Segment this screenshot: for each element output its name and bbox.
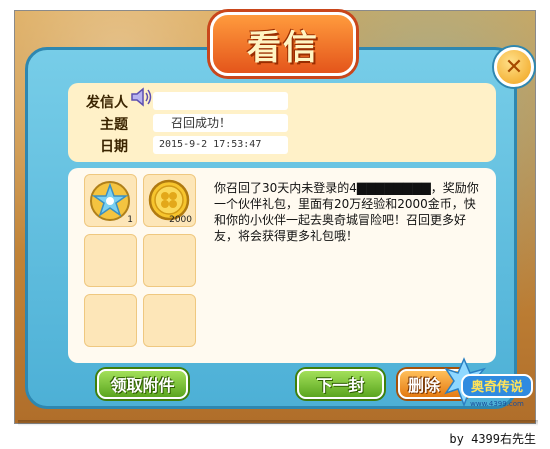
attachment-slot[interactable]	[143, 294, 196, 347]
close-button[interactable]: ✕	[494, 47, 534, 87]
next-mail-label: 下一封	[316, 376, 365, 395]
frame-shadow	[18, 420, 538, 426]
date-label: 日期	[100, 139, 128, 155]
subject-label: 主题	[100, 117, 128, 133]
date-field: 2015-9-2 17:53:47	[153, 136, 288, 154]
game-logo: 奥奇传说 www.4399.com	[444, 355, 534, 413]
title-banner: 看信	[210, 12, 356, 76]
attachment-slot[interactable]	[84, 234, 137, 287]
credit-text: by 4399右先生	[449, 432, 536, 446]
attachment-slot[interactable]: 1	[84, 174, 137, 227]
slot-count: 1	[127, 215, 133, 225]
slot-count: 2000	[169, 215, 192, 225]
attachment-slot[interactable]	[143, 234, 196, 287]
logo-emblem: 奥奇传说 www.4399.com	[444, 357, 533, 408]
claim-attachment-button[interactable]: 领取附件	[97, 369, 188, 399]
sender-field	[153, 92, 288, 110]
attachment-slot[interactable]: 2000	[143, 174, 196, 227]
sender-label: 发信人	[86, 95, 128, 111]
claim-attachment-label: 领取附件	[110, 376, 175, 395]
close-icon: ✕	[504, 54, 524, 80]
subject-field: 召回成功！	[153, 114, 288, 132]
attachment-slot[interactable]	[84, 294, 137, 347]
speaker-icon[interactable]	[130, 87, 154, 107]
logo-site-text: www.4399.com	[470, 400, 524, 408]
delete-label: 删除	[408, 376, 441, 395]
next-mail-button[interactable]: 下一封	[297, 369, 384, 399]
logo-brand-text: 奥奇传说	[471, 379, 523, 395]
dialog-title: 看信	[247, 27, 319, 68]
message-body: 你召回了30天内未登录的4▇▇▇▇▇▇▇▇，奖励你一个伙伴礼包，里面有20万经验…	[214, 181, 479, 243]
